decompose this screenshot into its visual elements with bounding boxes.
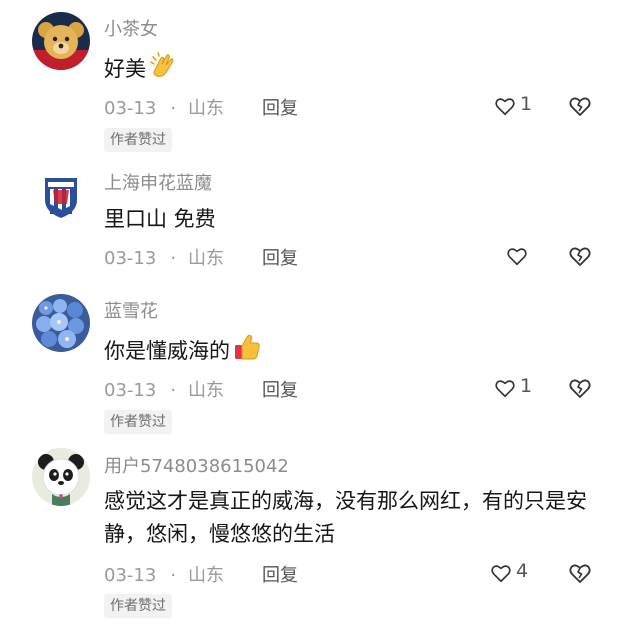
reply-button[interactable]: 回复 [262,94,298,120]
separator: · [170,98,177,119]
comment-text: 里口山 免费 [104,207,216,231]
comment-text: 好美 [104,50,604,86]
comment-text-content: 好美 [104,57,146,81]
like-count: 1 [520,93,533,115]
comment-date: 03-13 [104,380,157,401]
username[interactable]: 上海申花蓝魔 [104,169,212,195]
reply-button[interactable]: 回复 [262,561,298,587]
heart-icon [495,380,515,398]
avatar[interactable] [32,12,90,70]
comment-date: 03-13 [104,248,157,269]
broken-heart-icon[interactable] [568,244,592,268]
heart-icon [491,565,511,583]
separator: · [170,380,177,401]
like-count: 1 [520,375,533,397]
username[interactable]: 用户5748038615042 [104,452,289,478]
comment-meta: 03-13 · 山东 回复 [104,376,298,402]
username[interactable]: 蓝雪花 [104,297,158,323]
comment-date: 03-13 [104,565,157,586]
avatar[interactable] [32,448,90,506]
avatar[interactable] [32,294,90,352]
comment-location: 山东 [188,380,225,401]
comment-location: 山东 [188,248,225,269]
comment-location: 山东 [188,565,225,586]
like-button[interactable]: 1 [494,93,534,119]
thumbs-up-emoji-icon [235,334,260,360]
broken-heart-icon[interactable] [568,94,592,118]
like-button[interactable]: 1 [494,375,534,401]
author-liked-badge: 作者赞过 [104,594,172,618]
like-count: 4 [516,560,529,582]
comment-text: 你是懂威海的 [104,332,604,368]
comment-meta: 03-13 · 山东 回复 [104,94,298,120]
avatar[interactable] [32,166,90,224]
reply-button[interactable]: 回复 [262,376,298,402]
author-liked-badge: 作者赞过 [104,128,172,152]
comment-meta: 03-13 · 山东 回复 [104,244,298,270]
separator: · [170,565,177,586]
comment-date: 03-13 [104,98,157,119]
heart-icon [495,98,515,116]
comment-meta: 03-13 · 山东 回复 [104,561,298,587]
comment-text: 感觉这才是真正的威海，没有那么网红，有的只是安静，悠闲，慢悠悠的生活 [104,489,587,546]
reply-button[interactable]: 回复 [262,244,298,270]
author-liked-badge: 作者赞过 [104,410,172,434]
comment-location: 山东 [188,98,225,119]
like-button[interactable] [506,243,546,269]
clapping-hands-emoji-icon [150,52,174,77]
comment-text-content: 你是懂威海的 [104,339,230,363]
broken-heart-icon[interactable] [568,376,592,400]
like-button[interactable]: 4 [490,560,530,586]
username[interactable]: 小茶女 [104,15,158,41]
broken-heart-icon[interactable] [568,561,592,585]
separator: · [170,248,177,269]
heart-icon [507,248,527,266]
